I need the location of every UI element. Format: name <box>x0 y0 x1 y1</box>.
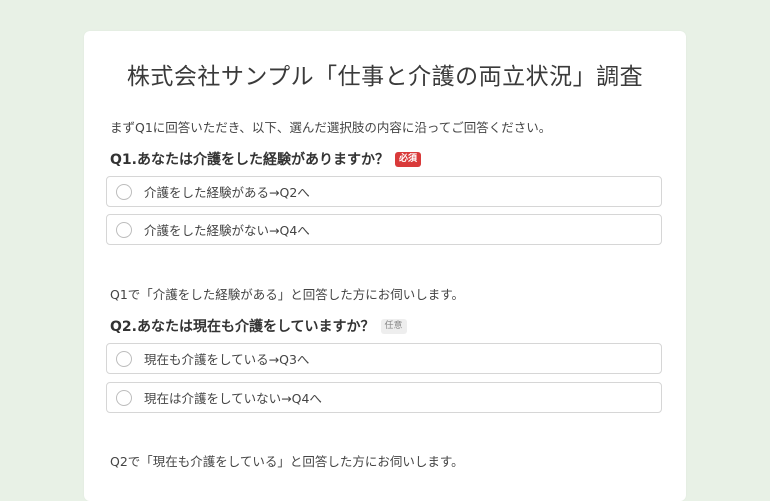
survey-intro: まずQ1に回答いただき、以下、選んだ選択肢の内容に沿ってご回答ください。 <box>110 120 552 135</box>
radio-button[interactable] <box>116 389 132 406</box>
question-q2: Q2.あなたは現在も介護をしていますか？ 任意 <box>110 316 407 336</box>
radio-button[interactable] <box>116 350 132 367</box>
q3-note: Q2で「現在も介護をしている」と回答した方にお伺いします。 <box>110 454 464 469</box>
survey-card: 株式会社サンプル「仕事と介護の両立状況」調査 まずQ1に回答いただき、以下、選ん… <box>84 31 686 501</box>
question-q1: Q1.あなたは介護をした経験がありますか？ 必須 <box>110 149 421 169</box>
radio-button[interactable] <box>116 183 132 200</box>
q2-option-currently-caring[interactable]: 現在も介護をしている→Q3へ <box>106 343 662 374</box>
q1-option-experienced[interactable]: 介護をした経験がある→Q2へ <box>106 176 662 207</box>
question-q2-text: Q2.あなたは現在も介護をしていますか？ <box>110 319 375 335</box>
q2-option-not-currently-caring[interactable]: 現在は介護をしていない→Q4へ <box>106 382 662 413</box>
option-label: 介護をした経験がない→Q4へ <box>144 223 310 238</box>
option-label: 介護をした経験がある→Q2へ <box>144 185 310 200</box>
required-badge: 必須 <box>394 151 421 167</box>
question-q1-text: Q1.あなたは介護をした経験がありますか？ <box>110 152 389 168</box>
survey-title: 株式会社サンプル「仕事と介護の両立状況」調査 <box>126 64 644 90</box>
q1-option-not-experienced[interactable]: 介護をした経験がない→Q4へ <box>106 214 662 245</box>
option-label: 現在も介護をしている→Q3へ <box>144 352 310 367</box>
option-label: 現在は介護をしていない→Q4へ <box>144 391 322 406</box>
optional-badge: 任意 <box>380 318 407 334</box>
radio-button[interactable] <box>116 221 132 238</box>
q2-note: Q1で「介護をした経験がある」と回答した方にお伺いします。 <box>110 287 465 302</box>
